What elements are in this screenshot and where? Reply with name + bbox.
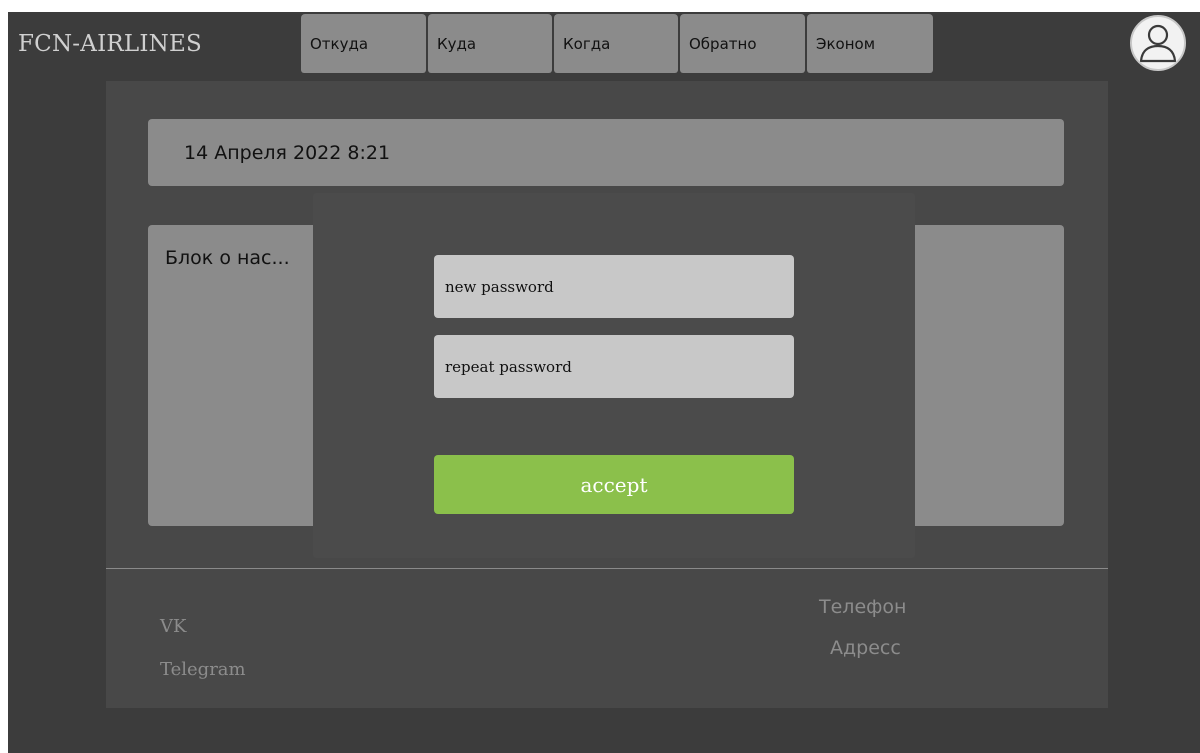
user-avatar-icon [1139, 24, 1177, 63]
tab-when[interactable]: Когда [554, 14, 678, 73]
footer-address: Адресс [830, 637, 901, 659]
footer-phone: Телефон [819, 596, 907, 618]
app-window: FCN-AIRLINES Откуда Куда Когда Обратно Э… [8, 12, 1200, 753]
tab-return[interactable]: Обратно [680, 14, 805, 73]
new-password-field[interactable] [434, 255, 794, 318]
app-logo: FCN-AIRLINES [18, 31, 202, 57]
accept-button[interactable]: accept [434, 455, 794, 514]
tab-class[interactable]: Эконом [807, 14, 933, 73]
footer-link-vk[interactable]: VK [160, 616, 186, 637]
change-password-modal: accept [313, 193, 915, 558]
tab-to[interactable]: Куда [428, 14, 552, 73]
footer-divider [106, 568, 1108, 569]
search-tabs: Откуда Куда Когда Обратно Эконом [301, 14, 933, 73]
repeat-password-field[interactable] [434, 335, 794, 398]
user-avatar-button[interactable] [1130, 15, 1186, 71]
tab-from[interactable]: Откуда [301, 14, 426, 73]
footer-link-telegram[interactable]: Telegram [160, 659, 246, 680]
date-display: 14 Апреля 2022 8:21 [148, 119, 1064, 186]
